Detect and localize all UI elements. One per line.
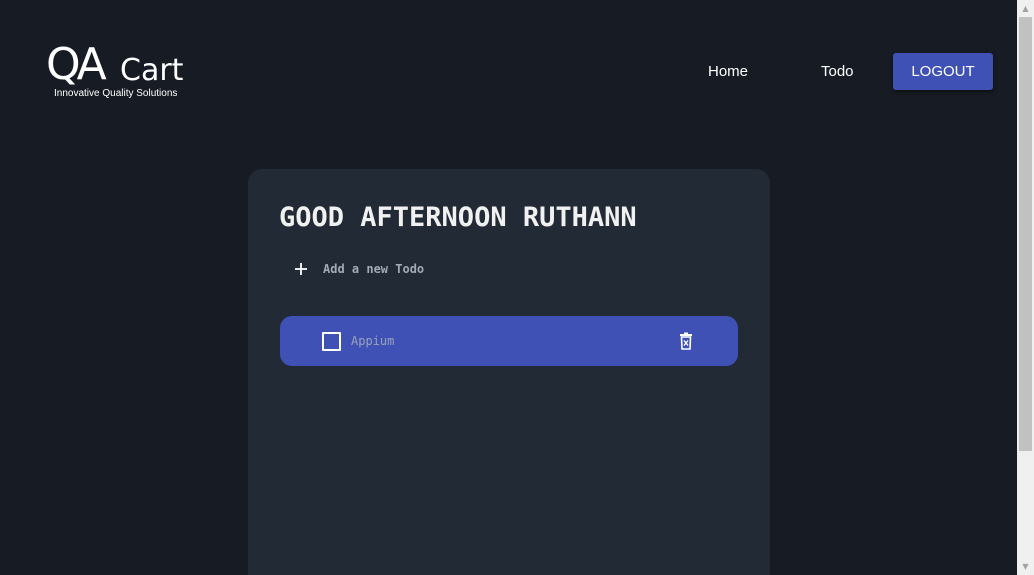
logo-tagline: Innovative Quality Solutions xyxy=(54,88,178,99)
logout-button[interactable]: LOGOUT xyxy=(893,53,993,90)
trash-icon[interactable] xyxy=(678,332,694,350)
todo-item: Appium xyxy=(280,316,738,366)
logo-mark: QA xyxy=(46,39,107,90)
greeting-heading: GOOD AFTERNOON RUTHANN xyxy=(279,202,637,233)
todo-checkbox[interactable] xyxy=(322,332,341,351)
add-todo-button[interactable]: Add a new Todo xyxy=(292,257,424,281)
nav-todo-link[interactable]: Todo xyxy=(821,62,854,82)
scroll-up-arrow-icon[interactable]: ▲ xyxy=(1017,0,1034,17)
add-todo-label: Add a new Todo xyxy=(323,262,425,276)
vertical-scrollbar[interactable]: ▲ ▼ xyxy=(1017,0,1034,575)
nav-home-link[interactable]: Home xyxy=(708,62,748,82)
scrollbar-thumb[interactable] xyxy=(1019,17,1032,451)
scroll-down-arrow-icon[interactable]: ▼ xyxy=(1017,558,1034,575)
page: QA Cart Innovative Quality Solutions Hom… xyxy=(0,0,1034,575)
plus-icon xyxy=(295,263,307,275)
todo-card: GOOD AFTERNOON RUTHANN Add a new Todo Ap… xyxy=(248,169,770,575)
todo-label: Appium xyxy=(351,334,395,348)
logo-name: Cart xyxy=(120,53,184,88)
logo[interactable]: QA Cart Innovative Quality Solutions xyxy=(46,42,198,102)
